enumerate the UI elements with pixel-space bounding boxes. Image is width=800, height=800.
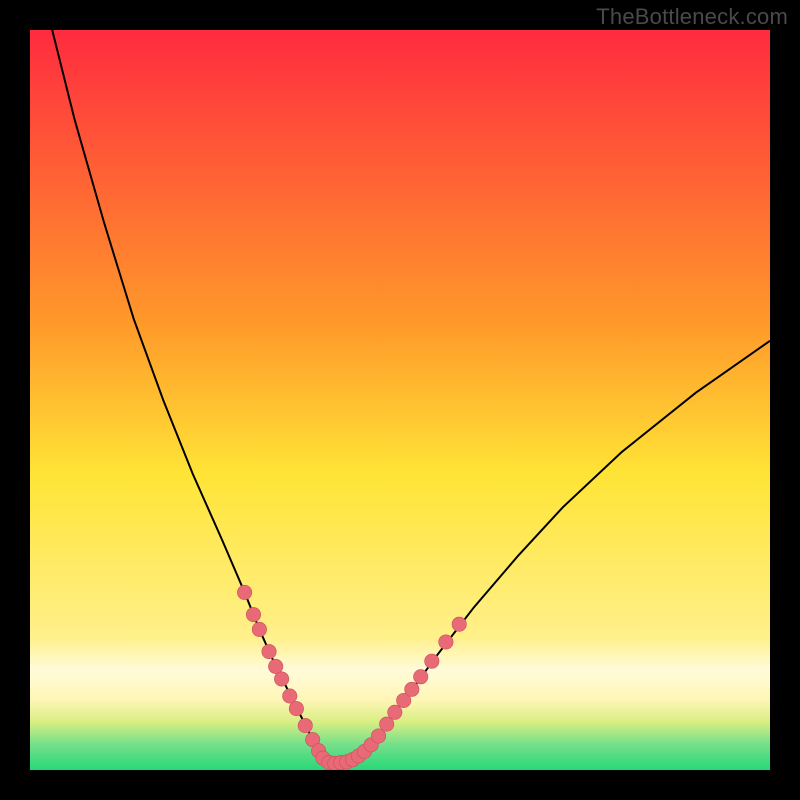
data-point bbox=[388, 705, 402, 719]
data-point bbox=[452, 617, 466, 631]
data-point bbox=[262, 644, 276, 658]
data-point bbox=[439, 635, 453, 649]
data-point bbox=[237, 585, 251, 599]
data-point bbox=[283, 689, 297, 703]
plot-area bbox=[30, 30, 770, 770]
data-point bbox=[289, 701, 303, 715]
data-point bbox=[405, 682, 419, 696]
gradient-background bbox=[30, 30, 770, 770]
data-point bbox=[298, 718, 312, 732]
data-point bbox=[414, 670, 428, 684]
data-point bbox=[252, 622, 266, 636]
watermark-text: TheBottleneck.com bbox=[596, 4, 788, 30]
data-point bbox=[268, 659, 282, 673]
chart-frame: TheBottleneck.com bbox=[0, 0, 800, 800]
data-point bbox=[246, 607, 260, 621]
chart-svg bbox=[30, 30, 770, 770]
data-point bbox=[274, 672, 288, 686]
data-point bbox=[425, 654, 439, 668]
